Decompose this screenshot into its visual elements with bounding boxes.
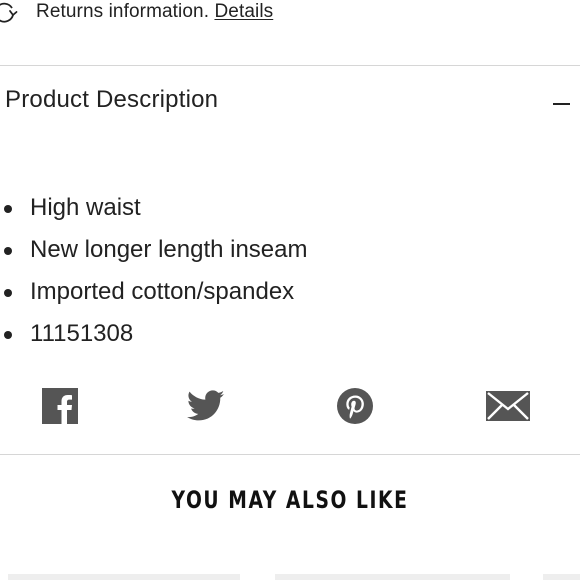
list-item: Imported cotton/spandex <box>0 271 308 313</box>
minus-icon[interactable] <box>553 103 570 105</box>
pinterest-icon <box>336 387 374 430</box>
refresh-icon <box>0 0 18 26</box>
product-description-header[interactable]: Product Description <box>0 66 580 140</box>
twitter-share-button[interactable] <box>182 384 230 432</box>
twitter-icon <box>186 389 225 427</box>
pinterest-share-button[interactable] <box>331 384 379 432</box>
product-thumbnail[interactable] <box>275 574 510 580</box>
facebook-icon <box>42 387 78 429</box>
returns-info-text: Returns information. Details <box>36 1 274 22</box>
list-item-text: High waist <box>30 194 141 221</box>
product-thumbnail[interactable] <box>543 574 580 580</box>
facebook-share-button[interactable] <box>36 384 84 432</box>
list-item: High waist <box>0 187 308 229</box>
email-share-button[interactable] <box>484 384 532 432</box>
bullet-dot <box>4 331 12 339</box>
mail-icon <box>485 390 531 427</box>
bullet-dot <box>4 205 12 213</box>
returns-details-link[interactable]: Details <box>214 1 273 22</box>
recommendation-carousel <box>0 574 580 580</box>
list-item: New longer length inseam <box>0 229 308 271</box>
list-item-text: 11151308 <box>30 320 134 347</box>
product-description-title: Product Description <box>5 86 219 113</box>
share-row <box>0 384 580 432</box>
divider <box>0 454 580 455</box>
bullet-dot <box>4 247 12 255</box>
product-description-list: High waist New longer length inseam Impo… <box>0 187 308 355</box>
product-thumbnail[interactable] <box>8 574 240 580</box>
bullet-dot <box>4 289 12 297</box>
list-item-text: Imported cotton/spandex <box>30 278 295 305</box>
returns-info-row: Returns information. Details <box>0 0 580 26</box>
recommendations-heading: YOU MAY ALSO LIKE <box>171 486 409 514</box>
list-item-text: New longer length inseam <box>30 236 308 263</box>
list-item: 11151308 <box>0 313 308 355</box>
